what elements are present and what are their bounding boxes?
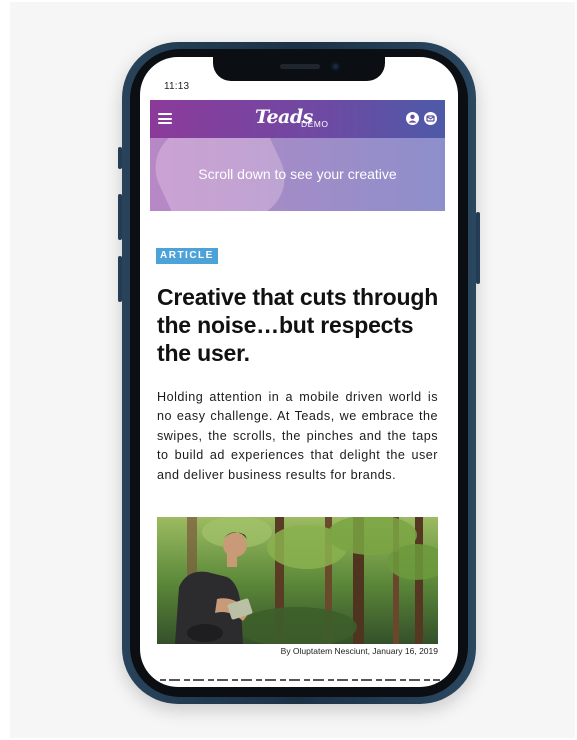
image-caption: By Oluptatem Nesciunt, January 16, 2019 [280,646,438,656]
status-time: 11:13 [164,81,190,92]
next-paragraph-peek [160,676,440,682]
article-image [157,517,438,644]
menu-icon[interactable] [158,113,172,124]
camera [331,62,340,71]
mail-icon[interactable] [424,112,437,125]
brand-logo-suffix: DEMO [301,119,329,129]
notch [213,57,385,81]
hero-banner: Scroll down to see your creative [150,138,445,211]
speaker [280,64,320,69]
power-button [476,212,480,284]
article-headline: Creative that cuts through the noise…but… [157,284,439,366]
article-badge: ARTICLE [156,248,218,264]
user-icon[interactable] [406,112,419,125]
hero-text: Scroll down to see your creative [198,166,397,182]
article-body: Holding attention in a mobile driven wor… [157,390,438,482]
